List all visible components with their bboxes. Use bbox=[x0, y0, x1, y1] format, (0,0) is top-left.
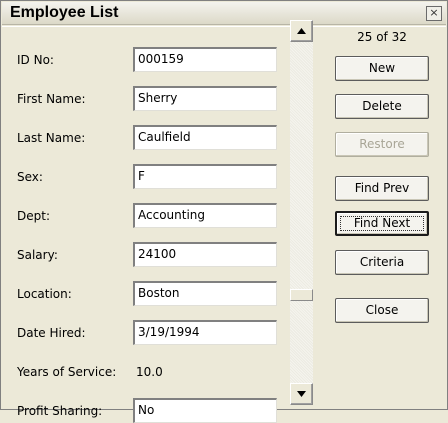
restore-button-label: Restore bbox=[359, 137, 405, 151]
title-bar[interactable]: Employee List × bbox=[2, 2, 446, 25]
sex-label: Sex: bbox=[17, 170, 43, 184]
new-button[interactable]: New bbox=[335, 56, 429, 81]
scroll-up-button[interactable] bbox=[290, 20, 313, 42]
years-of-service-value: 10.0 bbox=[136, 365, 163, 379]
record-counter: 25 of 32 bbox=[357, 30, 407, 44]
arrow-down-icon bbox=[297, 391, 306, 397]
delete-button-label: Delete bbox=[362, 99, 402, 113]
find-next-button[interactable]: Find Next bbox=[335, 211, 429, 236]
years-of-service-label: Years of Service: bbox=[17, 365, 117, 379]
arrow-up-icon bbox=[297, 28, 306, 34]
window-title: Employee List bbox=[10, 4, 119, 21]
find-prev-button[interactable]: Find Prev bbox=[335, 176, 429, 201]
scroll-down-button[interactable] bbox=[290, 383, 313, 405]
salary-label: Salary: bbox=[17, 248, 58, 262]
id-no-field[interactable]: 000159 bbox=[133, 47, 277, 72]
dept-label: Dept: bbox=[17, 209, 50, 223]
new-button-label: New bbox=[368, 61, 396, 75]
close-icon[interactable]: × bbox=[426, 6, 442, 21]
find-prev-button-label: Find Prev bbox=[354, 181, 410, 195]
close-button-label: Close bbox=[365, 303, 399, 317]
criteria-button[interactable]: Criteria bbox=[335, 250, 429, 275]
date-hired-field[interactable]: 3/19/1994 bbox=[133, 320, 277, 345]
id-no-label: ID No: bbox=[17, 53, 54, 67]
employee-list-dialog: Employee List × ID No: First Name: Last … bbox=[0, 0, 448, 423]
close-button[interactable]: Close bbox=[335, 298, 429, 323]
criteria-button-label: Criteria bbox=[359, 255, 405, 269]
sex-field[interactable]: F bbox=[133, 164, 277, 189]
restore-button[interactable]: Restore bbox=[335, 132, 429, 157]
scrollbar-thumb[interactable] bbox=[290, 289, 313, 301]
focus-rectangle bbox=[340, 216, 424, 231]
salary-field[interactable]: 24100 bbox=[133, 242, 277, 267]
record-scrollbar[interactable] bbox=[290, 20, 313, 405]
location-label: Location: bbox=[17, 287, 72, 301]
profit-sharing-field[interactable]: No bbox=[133, 398, 277, 423]
first-name-label: First Name: bbox=[17, 92, 86, 106]
last-name-label: Last Name: bbox=[17, 131, 86, 145]
location-field[interactable]: Boston bbox=[133, 281, 277, 306]
delete-button[interactable]: Delete bbox=[335, 94, 429, 119]
scrollbar-track[interactable] bbox=[290, 20, 313, 405]
dept-field[interactable]: Accounting bbox=[133, 203, 277, 228]
first-name-field[interactable]: Sherry bbox=[133, 86, 277, 111]
profit-sharing-label: Profit Sharing: bbox=[17, 404, 103, 418]
date-hired-label: Date Hired: bbox=[17, 326, 86, 340]
last-name-field[interactable]: Caulfield bbox=[133, 125, 277, 150]
